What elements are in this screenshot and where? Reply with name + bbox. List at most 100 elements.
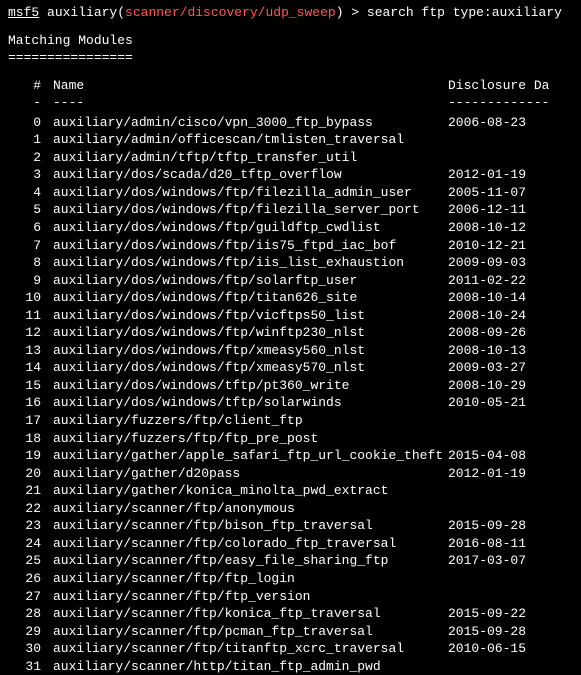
prompt-command[interactable]: search ftp type:auxiliary <box>367 5 562 20</box>
row-date <box>448 430 568 448</box>
row-date: 2009-03-27 <box>448 359 568 377</box>
row-name: auxiliary/dos/windows/ftp/filezilla_serv… <box>53 201 448 219</box>
row-date <box>448 658 568 675</box>
row-idx: 25 <box>8 552 53 570</box>
table-row: 24auxiliary/scanner/ftp/colorado_ftp_tra… <box>8 535 573 553</box>
table-row: 28auxiliary/scanner/ftp/konica_ftp_trave… <box>8 605 573 623</box>
row-name: auxiliary/admin/officescan/tmlisten_trav… <box>53 131 448 149</box>
header-name-ul: ---- <box>53 94 448 112</box>
row-date: 2010-12-21 <box>448 237 568 255</box>
table-row: 29auxiliary/scanner/ftp/pcman_ftp_traver… <box>8 623 573 641</box>
row-idx: 6 <box>8 219 53 237</box>
table-row: 11auxiliary/dos/windows/ftp/vicftps50_li… <box>8 307 573 325</box>
row-date: 2010-06-15 <box>448 640 568 658</box>
prompt-line: msf5 auxiliary(scanner/discovery/udp_swe… <box>8 4 573 22</box>
row-idx: 12 <box>8 324 53 342</box>
table-row: 16auxiliary/dos/windows/tftp/solarwinds2… <box>8 394 573 412</box>
table-row: 20auxiliary/gather/d20pass2012-01-19 <box>8 465 573 483</box>
table-row: 18auxiliary/fuzzers/ftp/ftp_pre_post <box>8 430 573 448</box>
table-row: 8auxiliary/dos/windows/ftp/iis_list_exha… <box>8 254 573 272</box>
row-date: 2008-10-13 <box>448 342 568 360</box>
row-name: auxiliary/scanner/ftp/pcman_ftp_traversa… <box>53 623 448 641</box>
prompt-aux: auxiliary( <box>39 5 125 20</box>
table-row: 3auxiliary/dos/scada/d20_tftp_overflow20… <box>8 166 573 184</box>
row-name: auxiliary/scanner/ftp/titanftp_xcrc_trav… <box>53 640 448 658</box>
section-underline: ================ <box>8 49 573 67</box>
row-name: auxiliary/dos/windows/ftp/vicftps50_list <box>53 307 448 325</box>
row-idx: 1 <box>8 131 53 149</box>
row-idx: 23 <box>8 517 53 535</box>
row-idx: 7 <box>8 237 53 255</box>
table-row: 21auxiliary/gather/konica_minolta_pwd_ex… <box>8 482 573 500</box>
table-row: 25auxiliary/scanner/ftp/easy_file_sharin… <box>8 552 573 570</box>
row-idx: 11 <box>8 307 53 325</box>
table-row: 4auxiliary/dos/windows/ftp/filezilla_adm… <box>8 184 573 202</box>
table-row: 12auxiliary/dos/windows/ftp/winftp230_nl… <box>8 324 573 342</box>
row-idx: 16 <box>8 394 53 412</box>
row-name: auxiliary/fuzzers/ftp/ftp_pre_post <box>53 430 448 448</box>
row-idx: 5 <box>8 201 53 219</box>
row-idx: 13 <box>8 342 53 360</box>
row-date <box>448 131 568 149</box>
row-date: 2008-10-14 <box>448 289 568 307</box>
row-name: auxiliary/scanner/ftp/bison_ftp_traversa… <box>53 517 448 535</box>
row-date <box>448 588 568 606</box>
row-date: 2008-10-29 <box>448 377 568 395</box>
row-name: auxiliary/scanner/http/titan_ftp_admin_p… <box>53 658 448 675</box>
row-name: auxiliary/dos/windows/ftp/guildftp_cwdli… <box>53 219 448 237</box>
table-row: 30auxiliary/scanner/ftp/titanftp_xcrc_tr… <box>8 640 573 658</box>
prompt-close: ) > <box>336 5 367 20</box>
row-name: auxiliary/dos/windows/tftp/solarwinds <box>53 394 448 412</box>
row-idx: 24 <box>8 535 53 553</box>
table-row: 31auxiliary/scanner/http/titan_ftp_admin… <box>8 658 573 675</box>
header-idx: # <box>8 77 53 95</box>
row-date <box>448 412 568 430</box>
row-idx: 18 <box>8 430 53 448</box>
row-idx: 28 <box>8 605 53 623</box>
row-name: auxiliary/scanner/ftp/colorado_ftp_trave… <box>53 535 448 553</box>
row-idx: 8 <box>8 254 53 272</box>
row-idx: 2 <box>8 149 53 167</box>
header-date: Disclosure Da <box>448 77 568 95</box>
row-date: 2010-05-21 <box>448 394 568 412</box>
row-idx: 10 <box>8 289 53 307</box>
row-name: auxiliary/fuzzers/ftp/client_ftp <box>53 412 448 430</box>
row-date: 2017-03-07 <box>448 552 568 570</box>
row-date: 2015-09-22 <box>448 605 568 623</box>
row-name: auxiliary/dos/windows/ftp/filezilla_admi… <box>53 184 448 202</box>
row-date: 2015-09-28 <box>448 517 568 535</box>
row-name: auxiliary/scanner/ftp/anonymous <box>53 500 448 518</box>
row-name: auxiliary/gather/apple_safari_ftp_url_co… <box>53 447 448 465</box>
row-date: 2015-04-08 <box>448 447 568 465</box>
row-name: auxiliary/dos/windows/ftp/solarftp_user <box>53 272 448 290</box>
table-row: 9auxiliary/dos/windows/ftp/solarftp_user… <box>8 272 573 290</box>
prompt-module: scanner/discovery/udp_sweep <box>125 5 336 20</box>
row-idx: 14 <box>8 359 53 377</box>
header-date-ul: ------------- <box>448 94 568 112</box>
row-date: 2016-08-11 <box>448 535 568 553</box>
row-idx: 30 <box>8 640 53 658</box>
row-date: 2008-10-12 <box>448 219 568 237</box>
table-row: 27auxiliary/scanner/ftp/ftp_version <box>8 588 573 606</box>
row-idx: 26 <box>8 570 53 588</box>
row-date: 2008-10-24 <box>448 307 568 325</box>
row-idx: 27 <box>8 588 53 606</box>
row-name: auxiliary/dos/windows/ftp/titan626_site <box>53 289 448 307</box>
prompt-prefix: msf5 <box>8 5 39 20</box>
row-idx: 31 <box>8 658 53 675</box>
row-name: auxiliary/scanner/ftp/ftp_login <box>53 570 448 588</box>
row-name: auxiliary/dos/scada/d20_tftp_overflow <box>53 166 448 184</box>
row-name: auxiliary/admin/tftp/tftp_transfer_util <box>53 149 448 167</box>
header-name: Name <box>53 77 448 95</box>
table-header-underline: - ---- ------------- <box>8 94 573 112</box>
row-idx: 22 <box>8 500 53 518</box>
table-row: 23auxiliary/scanner/ftp/bison_ftp_traver… <box>8 517 573 535</box>
row-idx: 29 <box>8 623 53 641</box>
row-date <box>448 570 568 588</box>
row-idx: 9 <box>8 272 53 290</box>
row-name: auxiliary/gather/konica_minolta_pwd_extr… <box>53 482 448 500</box>
row-date: 2015-09-28 <box>448 623 568 641</box>
table-row: 19auxiliary/gather/apple_safari_ftp_url_… <box>8 447 573 465</box>
table-row: 26auxiliary/scanner/ftp/ftp_login <box>8 570 573 588</box>
row-date: 2005-11-07 <box>448 184 568 202</box>
